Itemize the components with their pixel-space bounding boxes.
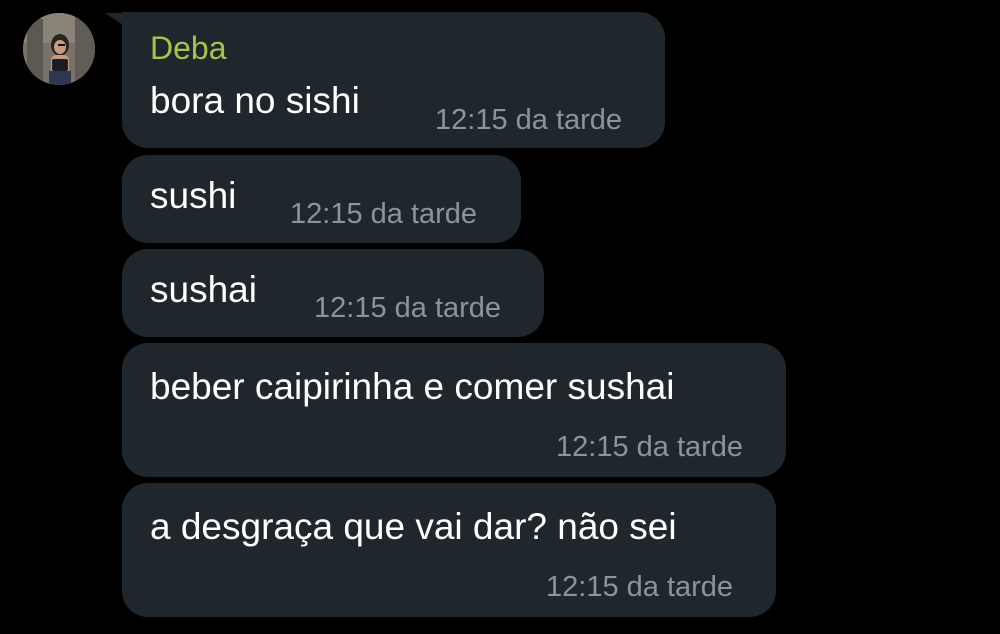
message-text: beber caipirinha e comer sushai (150, 366, 675, 407)
message-time: 12:15 da tarde (290, 198, 478, 230)
sender-avatar[interactable] (23, 13, 95, 85)
message-bubble[interactable]: Deba bora no sishi 12:15 da tarde (122, 12, 665, 148)
sender-name[interactable]: Deba (150, 30, 227, 67)
chat-view: Deba bora no sishi 12:15 da tarde sushi … (0, 0, 1000, 634)
bubble-tail (105, 13, 123, 25)
message-bubble[interactable]: a desgraça que vai dar? não sei 12:15 da… (122, 483, 776, 617)
message-text: sushai (150, 269, 257, 310)
message-time: 12:15 da tarde (314, 292, 502, 324)
message-bubble[interactable]: beber caipirinha e comer sushai 12:15 da… (122, 343, 786, 477)
message-text: a desgraça que vai dar? não sei (150, 506, 677, 547)
message-text: bora no sishi (150, 80, 360, 121)
message-time: 12:15 da tarde (435, 104, 623, 136)
message-text: sushi (150, 175, 237, 216)
message-bubble[interactable]: sushi 12:15 da tarde (122, 155, 521, 243)
message-bubble[interactable]: sushai 12:15 da tarde (122, 249, 544, 337)
message-time: 12:15 da tarde (556, 431, 744, 463)
avatar-photo-icon (23, 13, 95, 85)
message-time: 12:15 da tarde (546, 571, 734, 603)
